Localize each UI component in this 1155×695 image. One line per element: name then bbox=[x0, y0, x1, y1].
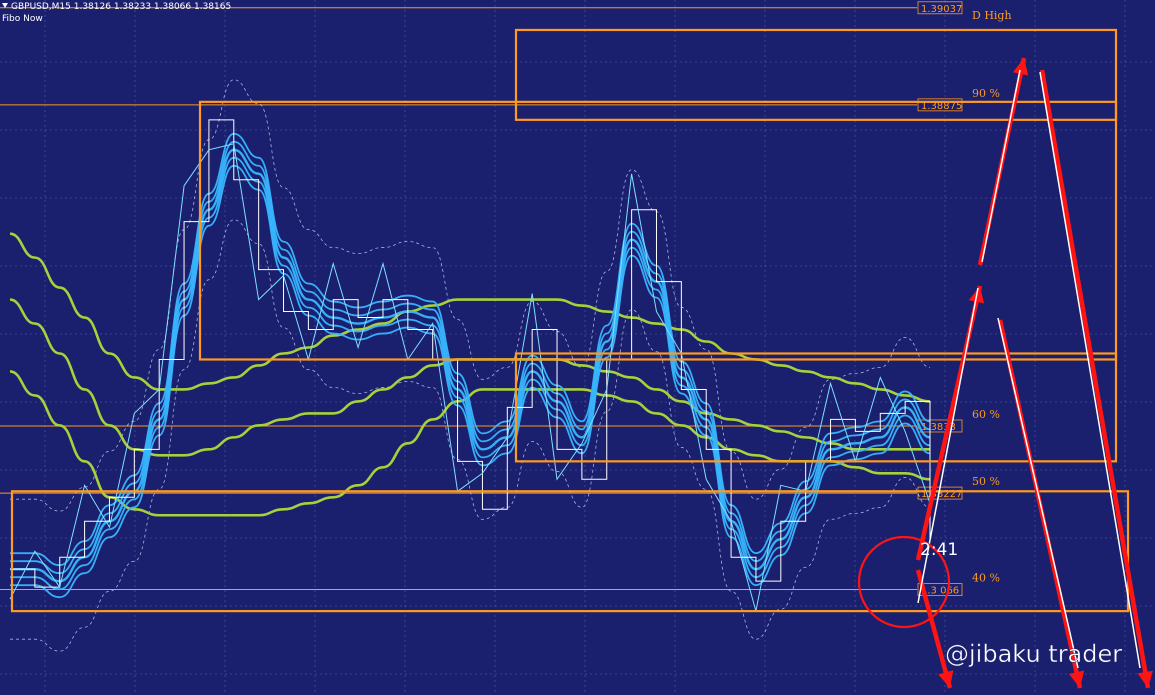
line-ma-slow bbox=[9, 232, 931, 403]
arrow-layer bbox=[857, 57, 1153, 689]
zone-upper bbox=[198, 100, 1118, 361]
triangle-icon bbox=[2, 3, 8, 8]
guide-line bbox=[997, 317, 1079, 669]
watermark: @jibaku trader bbox=[945, 640, 1122, 668]
price-chart: 1.39037 D High1.3887590 %1.383360 %1.3822… bbox=[0, 0, 1155, 695]
indicator-name: Fibo Now bbox=[2, 14, 43, 24]
arrow-down-1-head bbox=[1068, 670, 1085, 688]
fibo-price-label: 1.39037 bbox=[921, 4, 962, 15]
timer-label: 2:41 bbox=[920, 540, 958, 560]
series-layer bbox=[9, 79, 931, 652]
fibo-level-label: 60 % bbox=[972, 408, 1000, 421]
fibo-level-label: 40 % bbox=[972, 572, 1000, 585]
arrow-down-2-head bbox=[1137, 670, 1153, 688]
label-layer: 2:41 @jibaku trader bbox=[920, 540, 1122, 668]
symbol-line: GBPUSD,M15 1.38126 1.38233 1.38066 1.381… bbox=[11, 2, 232, 12]
fibo-level-label: 50 % bbox=[972, 475, 1000, 488]
arrow-up-2-head bbox=[1012, 58, 1029, 76]
fibo-level-label: 90 % bbox=[972, 87, 1000, 100]
fibo-level-label: D High bbox=[972, 9, 1012, 22]
symbol-header: GBPUSD,M15 1.38126 1.38233 1.38066 1.381… bbox=[2, 2, 231, 13]
chart-stage: 1.39037 D High 1.38875 90 % 1.3833 60 % 1.3822… bbox=[0, 0, 1155, 695]
